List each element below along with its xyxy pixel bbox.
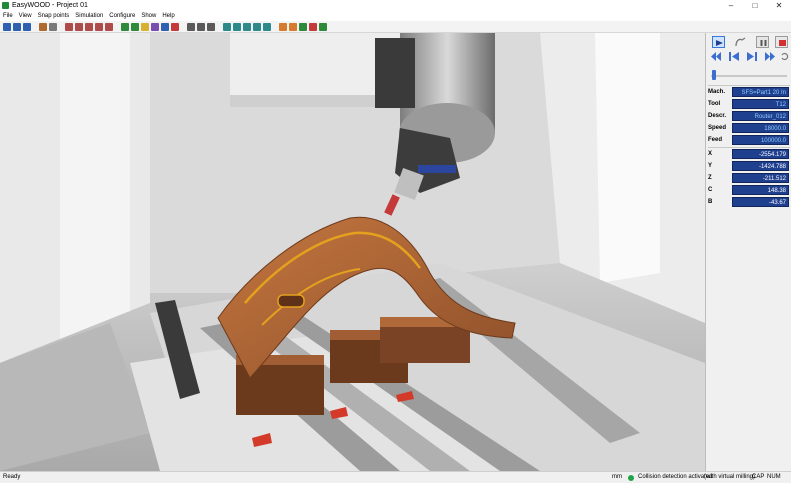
toolbar-button-19[interactable] [207,23,215,31]
toolbar-button-14[interactable] [151,23,159,31]
axis-x-label: X [708,151,713,157]
toolbar-button-22[interactable] [243,23,251,31]
toolbar-button-8[interactable] [85,23,93,31]
toolbar-button-25[interactable] [279,23,287,31]
toolbar-button-23[interactable] [253,23,261,31]
toolbar-button-29[interactable] [319,23,327,31]
menu-configure[interactable]: Configure [106,11,138,21]
axis-z-label: Z [708,175,712,181]
menu-bar: File View Snap points Simulation Configure Sh… [0,11,791,21]
status-ready: Ready [3,474,21,480]
loop-icon[interactable] [780,52,789,61]
descr-label: Descr. [708,113,727,119]
toolbar-button-27[interactable] [299,23,307,31]
toolbar [0,21,791,33]
collision-status-icon [628,475,634,481]
toolbar-button-26[interactable] [289,23,297,31]
toolbar-button-4[interactable] [39,23,47,31]
menu-view[interactable]: View [16,11,35,21]
toolbar-button-6[interactable] [65,23,73,31]
left-pillar [60,33,130,363]
app-icon [2,2,9,9]
menu-snap-points[interactable]: Snap points [35,11,73,21]
toolbar-button-13[interactable] [141,23,149,31]
status-cap: CAP [752,474,765,480]
status-units: mm [612,474,622,480]
step-back-icon[interactable] [729,52,739,61]
axis-b-value: -43.67 [732,197,789,207]
feed-label: Feed [708,137,723,143]
status-collision-extra: (with virtual milling) [704,474,756,480]
right-frame [595,33,660,283]
toolbar-button-3[interactable] [23,23,31,31]
menu-file[interactable]: File [0,11,16,21]
descr-value: Router_012 [732,111,789,121]
mach-label: Mach. [708,89,726,95]
pause-button[interactable] [756,36,769,48]
toolbar-button-1[interactable] [3,23,11,31]
step-forward-icon[interactable] [747,52,757,61]
toolbar-button-11[interactable] [121,23,129,31]
toolbar-button-16[interactable] [171,23,179,31]
toolbar-button-2[interactable] [13,23,21,31]
tool-value: T12 [732,99,789,109]
play-icon [716,40,723,46]
speed-label: Speed [708,125,727,131]
toolbar-button-28[interactable] [309,23,317,31]
axis-y-label: Y [708,163,713,169]
stop-button[interactable] [775,36,788,48]
menu-simulation[interactable]: Simulation [72,11,106,21]
menu-help[interactable]: Help [159,11,177,21]
fast-forward-icon[interactable] [765,52,775,61]
toolbar-button-15[interactable] [161,23,169,31]
axis-c-value: 148.38 [732,185,789,195]
stop-icon [779,40,786,46]
close-button[interactable]: ✕ [767,0,791,11]
toolbar-button-7[interactable] [75,23,83,31]
step-icon-button[interactable] [733,36,747,48]
support-pod-3 [380,323,470,363]
speed-slider-track[interactable] [711,75,787,77]
axis-z-value: -211.512 [732,173,789,183]
spindle-blue-ring [418,165,456,173]
minimize-button[interactable]: – [719,0,743,11]
toolbar-button-24[interactable] [263,23,271,31]
workpiece-slot [277,294,305,308]
status-bar: Ready mm Collision detection activated (… [0,471,791,483]
axis-c-label: C [708,187,713,193]
simulation-viewport[interactable] [0,33,705,471]
title-bar: EasyWOOD - Project 01 – □ ✕ [0,0,791,11]
feed-value: 100000.0 [732,135,789,145]
window-title: EasyWOOD - Project 01 [12,2,88,9]
spindle-head-dark [375,38,415,108]
axis-x-value: -2554.179 [732,149,789,159]
separator [708,147,790,148]
maximize-button[interactable]: □ [743,0,767,11]
hand-step-icon [735,37,746,47]
speed-value: 18000.0 [732,123,789,133]
toolbar-button-12[interactable] [131,23,139,31]
control-panel: Mach. SFS=Part1 20 In Tool T12 Descr. Ro… [705,33,791,471]
toolbar-button-17[interactable] [187,23,195,31]
menu-show[interactable]: Show [138,11,159,21]
status-num: NUM [767,474,781,480]
toolbar-button-18[interactable] [197,23,205,31]
machine-scene [0,33,705,471]
toolbar-button-20[interactable] [223,23,231,31]
pause-icon [760,40,767,46]
status-collision: Collision detection activated [638,474,713,480]
speed-slider-thumb[interactable] [712,70,716,80]
play-button[interactable] [712,36,725,48]
toolbar-button-21[interactable] [233,23,241,31]
rewind-icon[interactable] [711,52,721,61]
toolbar-button-9[interactable] [95,23,103,31]
mach-value: SFS=Part1 20 In [732,87,789,97]
tool-label: Tool [708,101,721,107]
toolbar-button-10[interactable] [105,23,113,31]
axis-b-label: B [708,199,713,205]
axis-y-value: -1424.788 [732,161,789,171]
separator [708,85,790,86]
toolbar-button-5[interactable] [49,23,57,31]
